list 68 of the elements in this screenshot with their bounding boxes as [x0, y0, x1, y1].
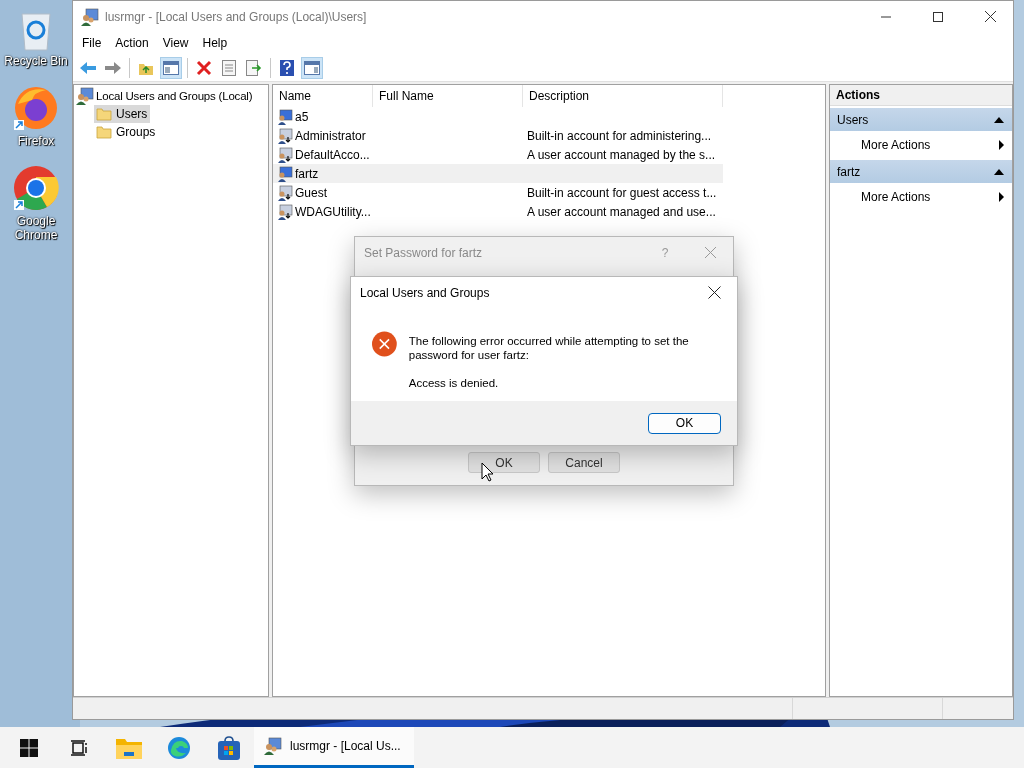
firefox-icon — [12, 84, 60, 132]
action-pane-icon[interactable] — [301, 56, 323, 79]
error-message: The following error occurred while attempting to set the password for user fartz: — [408, 334, 690, 362]
user-icon — [277, 108, 293, 125]
menu-item[interactable]: View — [155, 36, 196, 50]
folder-icon — [96, 107, 112, 121]
user-icon — [277, 184, 293, 201]
taskbar-window-button[interactable]: lusrmgr - [Local Us... — [254, 727, 414, 768]
tree-item[interactable]: Users — [94, 105, 151, 123]
close-icon[interactable] — [984, 11, 996, 22]
user-icon — [277, 165, 293, 182]
user-name: Guest — [295, 185, 327, 200]
actions-section-header[interactable]: Users — [830, 108, 1012, 131]
app-icon — [81, 7, 99, 26]
dialog-title: Local Users and Groups — [360, 285, 491, 300]
column-header[interactable]: Name — [273, 85, 373, 107]
ok-button[interactable]: OK — [648, 412, 721, 434]
user-icon — [277, 127, 293, 144]
task-view-icon[interactable] — [70, 738, 88, 757]
window-title: lusrmgr - [Local Users and Groups (Local)\Users] — [105, 9, 368, 24]
error-detail: Access is denied. — [408, 376, 500, 390]
chrome-icon — [12, 164, 60, 212]
table-row[interactable]: WDAGUtility... A user account managed and use... — [273, 202, 723, 221]
dialog-button[interactable]: Cancel — [548, 452, 620, 473]
submenu-arrow-icon — [999, 191, 1004, 202]
user-name: fartz — [295, 166, 319, 181]
close-icon[interactable] — [707, 286, 721, 299]
dialog-title: Set Password for fartz — [364, 245, 484, 260]
user-description: Built-in account for administering... — [527, 128, 712, 143]
windows-logo-icon[interactable] — [20, 738, 38, 757]
folder-icon — [96, 125, 112, 139]
folder-icon[interactable] — [116, 736, 142, 759]
user-icon — [277, 146, 293, 163]
mouse-pointer-icon — [481, 462, 495, 482]
collapse-icon[interactable] — [994, 168, 1004, 175]
tree-item[interactable]: Local Users and Groups (Local) — [96, 90, 253, 102]
menu-item[interactable]: File — [75, 36, 109, 50]
action-item[interactable]: More Actions — [830, 183, 1012, 210]
table-row[interactable]: fartz — [273, 164, 723, 183]
user-name: Administrator — [295, 128, 366, 143]
user-name: a5 — [295, 109, 309, 124]
submenu-arrow-icon — [999, 139, 1004, 150]
actions-header: Actions — [830, 85, 1012, 106]
menu-item[interactable]: Action — [108, 36, 156, 50]
column-header[interactable]: Description — [523, 85, 723, 107]
store-icon[interactable] — [217, 735, 241, 760]
dialog-button[interactable]: OK — [468, 452, 540, 473]
user-description: A user account managed and use... — [527, 204, 716, 219]
user-description: A user account managed by the s... — [527, 147, 716, 162]
collapse-icon[interactable] — [994, 116, 1004, 123]
table-row[interactable]: a5 — [273, 107, 723, 126]
column-header[interactable]: Full Name — [373, 85, 523, 107]
actions-section-header[interactable]: fartz — [830, 160, 1012, 183]
table-row[interactable]: Guest Built-in account for guest access t... — [273, 183, 723, 202]
computer-users-icon[interactable] — [76, 87, 94, 105]
user-description: Built-in account for guest access t... — [527, 185, 717, 200]
menu-item[interactable]: Help — [195, 36, 235, 50]
user-name: DefaultAcco... — [295, 147, 370, 162]
app-icon — [264, 737, 282, 755]
tree-item[interactable]: Groups — [94, 123, 159, 141]
edge-icon[interactable] — [167, 735, 191, 760]
user-name: WDAGUtility... — [295, 204, 371, 219]
table-row[interactable]: Administrator Built-in account for administering... — [273, 126, 723, 145]
maximize-icon[interactable] — [933, 11, 943, 22]
console-tree-icon[interactable] — [160, 56, 182, 79]
action-item[interactable]: More Actions — [830, 131, 1012, 158]
user-icon — [277, 203, 293, 220]
table-row[interactable]: DefaultAcco... A user account managed by the s... — [273, 145, 723, 164]
